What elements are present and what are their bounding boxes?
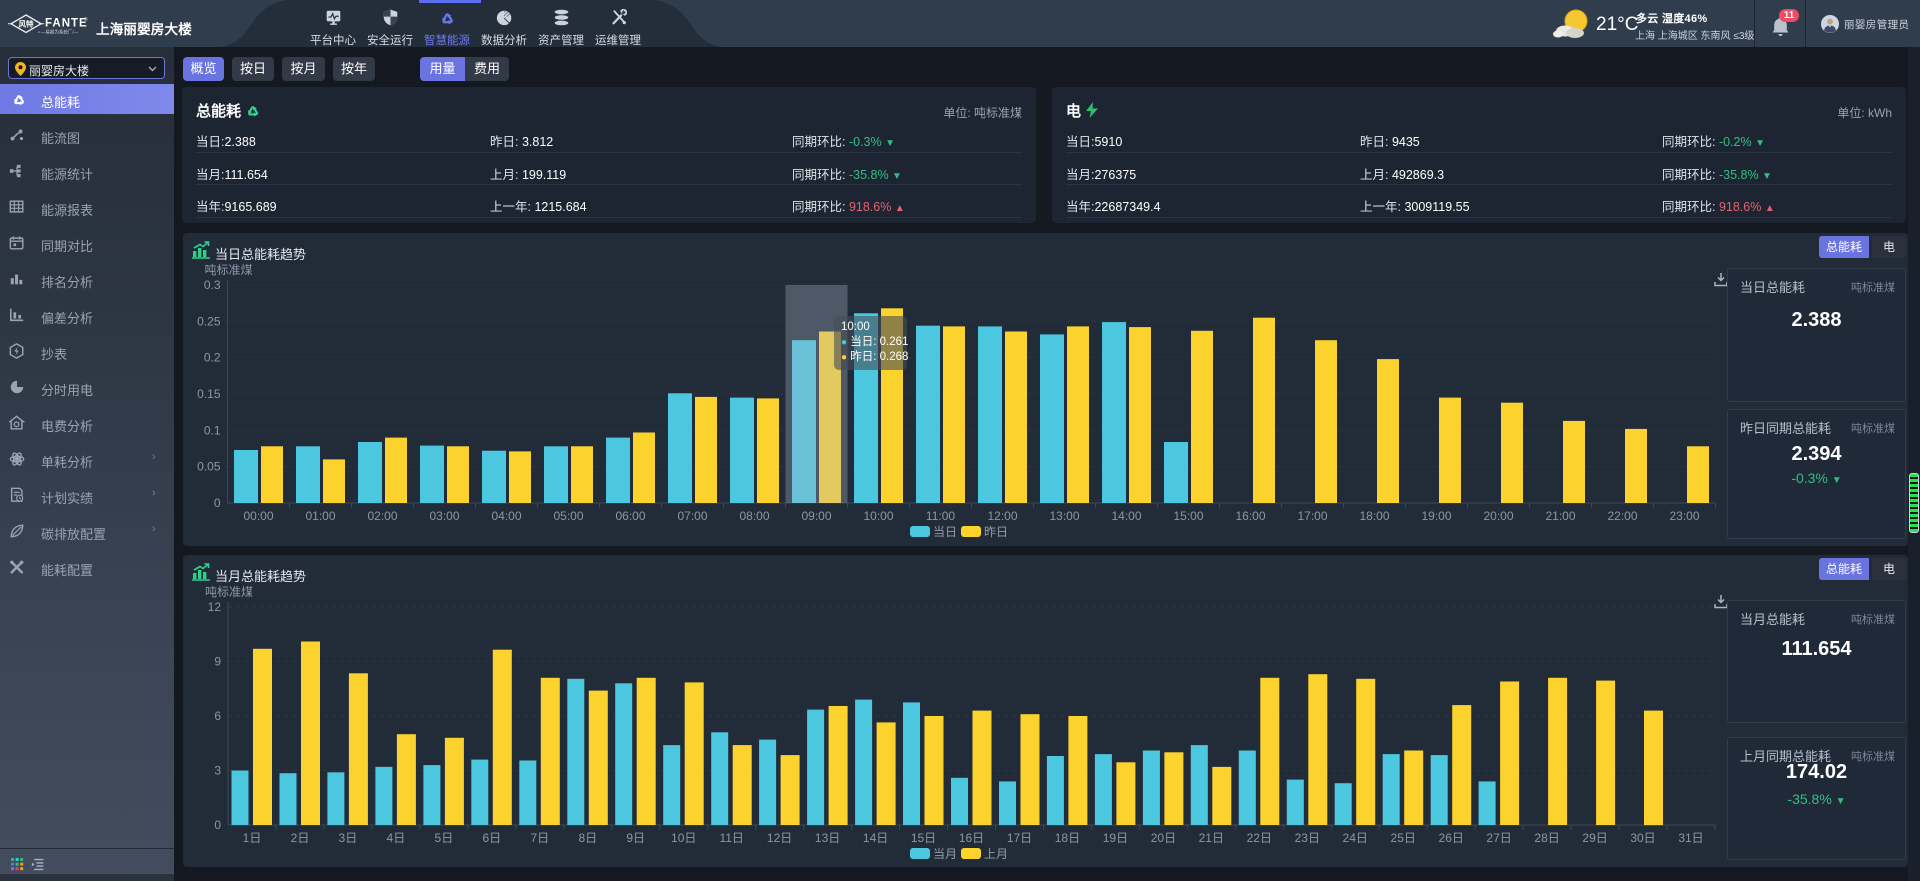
svg-text:16日: 16日 (959, 831, 984, 845)
svg-text:9日: 9日 (626, 831, 645, 845)
svg-text:4日: 4日 (387, 831, 406, 845)
svg-text:昨日: 昨日 (984, 525, 1008, 539)
svg-text:吨标准煤: 吨标准煤 (205, 263, 253, 277)
svg-text:5日: 5日 (435, 831, 454, 845)
svg-text:26日: 26日 (1439, 831, 1464, 845)
svg-text:15:00: 15:00 (1173, 509, 1203, 523)
svg-text:8日: 8日 (578, 831, 597, 845)
svg-text:31日: 31日 (1678, 831, 1703, 845)
svg-text:09:00: 09:00 (801, 509, 831, 523)
svg-text:0.2: 0.2 (204, 351, 221, 365)
svg-text:▪ —易报为系统厂/—: ▪ —易报为系统厂/— (38, 29, 79, 36)
svg-text:24日: 24日 (1343, 831, 1368, 845)
svg-text:00:00: 00:00 (243, 509, 273, 523)
svg-text:3日: 3日 (339, 831, 358, 845)
svg-text:19日: 19日 (1103, 831, 1128, 845)
svg-text:30日: 30日 (1630, 831, 1655, 845)
svg-text:19:00: 19:00 (1421, 509, 1451, 523)
svg-text:当日: 当日 (933, 525, 957, 539)
svg-text:25日: 25日 (1391, 831, 1416, 845)
svg-text:21日: 21日 (1199, 831, 1224, 845)
svg-text:23日: 23日 (1295, 831, 1320, 845)
svg-text:6日: 6日 (482, 831, 501, 845)
svg-text:11日: 11日 (719, 831, 743, 845)
svg-text:16:00: 16:00 (1235, 509, 1265, 523)
svg-text:05:00: 05:00 (553, 509, 583, 523)
svg-text:1日: 1日 (243, 831, 262, 845)
svg-text:13日: 13日 (815, 831, 840, 845)
svg-text:14:00: 14:00 (1111, 509, 1141, 523)
svg-text:18:00: 18:00 (1359, 509, 1389, 523)
svg-text:0: 0 (214, 818, 221, 832)
svg-text:06:00: 06:00 (615, 509, 645, 523)
svg-text:6: 6 (214, 709, 221, 723)
svg-text:7日: 7日 (530, 831, 549, 845)
svg-text:21:00: 21:00 (1545, 509, 1575, 523)
svg-text:风特: 风特 (19, 19, 34, 29)
svg-text:02:00: 02:00 (367, 509, 397, 523)
svg-text:2日: 2日 (291, 831, 310, 845)
svg-text:27日: 27日 (1486, 831, 1511, 845)
svg-text:15日: 15日 (911, 831, 936, 845)
svg-text:FANTE: FANTE (45, 18, 88, 30)
svg-text:23:00: 23:00 (1669, 509, 1699, 523)
svg-text:10:00: 10:00 (863, 509, 893, 523)
svg-text:17:00: 17:00 (1297, 509, 1327, 523)
svg-text:12日: 12日 (767, 831, 792, 845)
svg-text:28日: 28日 (1534, 831, 1559, 845)
svg-text:01:00: 01:00 (305, 509, 335, 523)
svg-text:吨标准煤: 吨标准煤 (205, 585, 253, 599)
svg-text:3: 3 (214, 764, 221, 778)
svg-text:04:00: 04:00 (491, 509, 521, 523)
svg-text:03:00: 03:00 (429, 509, 459, 523)
svg-text:20日: 20日 (1151, 831, 1176, 845)
svg-text:29日: 29日 (1582, 831, 1607, 845)
svg-text:20:00: 20:00 (1483, 509, 1513, 523)
svg-text:®: ® (84, 16, 88, 23)
svg-text:07:00: 07:00 (677, 509, 707, 523)
svg-text:22:00: 22:00 (1607, 509, 1637, 523)
svg-text:12:00: 12:00 (987, 509, 1017, 523)
svg-text:当月: 当月 (933, 847, 957, 861)
svg-text:10日: 10日 (671, 831, 696, 845)
svg-text:0: 0 (214, 496, 221, 510)
svg-text:9: 9 (214, 655, 221, 669)
svg-text:0.25: 0.25 (197, 314, 221, 328)
svg-text:12: 12 (208, 600, 222, 614)
svg-text:上月: 上月 (984, 847, 1008, 861)
svg-text:13:00: 13:00 (1049, 509, 1079, 523)
svg-text:0.3: 0.3 (204, 278, 221, 292)
svg-text:22日: 22日 (1247, 831, 1272, 845)
svg-text:18日: 18日 (1055, 831, 1080, 845)
svg-text:17日: 17日 (1007, 831, 1032, 845)
svg-text:14日: 14日 (863, 831, 888, 845)
svg-text:11:00: 11:00 (926, 509, 955, 523)
svg-text:08:00: 08:00 (739, 509, 769, 523)
svg-text:0.1: 0.1 (204, 423, 221, 437)
svg-text:0.05: 0.05 (197, 460, 221, 474)
svg-text:0.15: 0.15 (197, 387, 221, 401)
